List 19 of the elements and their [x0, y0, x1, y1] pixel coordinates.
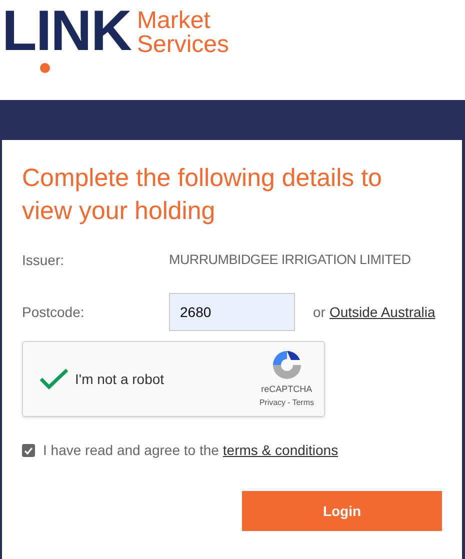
or-text: or	[313, 302, 326, 322]
issuer-value: MURRUMBIDGEE IRRIGATION LIMITED	[169, 250, 411, 269]
agree-text: I have read and agree to the	[43, 441, 219, 460]
agree-checkbox[interactable]	[22, 444, 35, 457]
field-label: Postcode:	[22, 302, 86, 322]
field-label: Issuer:	[22, 250, 66, 270]
terms-conditions-link[interactable]: terms & conditions	[222, 440, 338, 461]
postcode-field[interactable]: 2680	[169, 293, 295, 331]
logo-tagline: Market	[136, 9, 212, 33]
recaptcha-logo-icon	[270, 349, 303, 382]
recaptcha-brand: reCAPTCHA	[261, 383, 312, 396]
logo-wordmark: LINK	[2, 3, 131, 60]
logo-tagline: Services	[136, 33, 230, 57]
terms-link[interactable]: Terms	[292, 396, 314, 409]
outside-australia-link[interactable]: Outside Australia	[329, 302, 436, 322]
captcha-label: I'm not a robot	[75, 370, 164, 388]
privacy-link[interactable]: Privacy	[259, 396, 286, 409]
link-separator: -	[288, 396, 290, 409]
form-heading: Complete the following details to view your holding	[22, 163, 383, 227]
